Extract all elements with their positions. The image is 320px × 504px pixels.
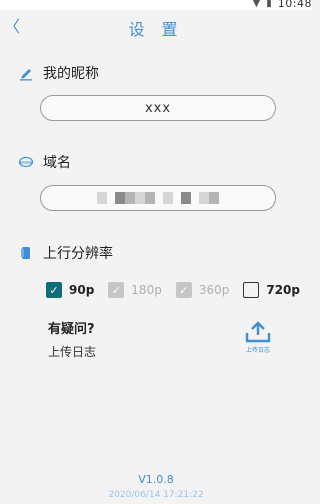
checkbox-disabled-icon: ✓ — [175, 282, 192, 298]
resolution-option-360p: ✓ 360p — [175, 282, 229, 298]
help-subtitle: 上传日志 — [48, 345, 97, 359]
resolution-label-row: 上行分辨率 — [18, 243, 113, 263]
upload-icon — [245, 321, 271, 343]
status-time: 10:48 — [277, 0, 312, 10]
phone-icon — [21, 247, 30, 259]
resolution-options: ✓ 90p ✓ 180p ✓ 360p 720p — [46, 280, 306, 300]
signal-icon: ▼ — [252, 0, 261, 9]
battery-icon: ▮ — [266, 0, 272, 9]
nickname-input[interactable]: xxx — [40, 95, 276, 121]
svg-text:www: www — [20, 160, 32, 166]
nickname-label: 我的昵称 — [43, 66, 99, 82]
chevron-left-icon: 〈 — [3, 17, 20, 36]
resolution-option-720p[interactable]: 720p — [243, 282, 300, 298]
nickname-value: xxx — [144, 100, 172, 116]
domain-label: 域名 — [43, 155, 71, 171]
domain-value-redacted — [97, 192, 219, 204]
checkbox-disabled-icon: ✓ — [108, 282, 125, 298]
status-icons: ▼ ▮ 10:48 — [252, 0, 312, 10]
checkbox-checked-icon[interactable]: ✓ — [46, 282, 62, 298]
help-title: 有疑问? — [48, 322, 95, 337]
nickname-label-row: 我的昵称 — [18, 63, 99, 83]
resolution-option-180p: ✓ 180p — [108, 282, 162, 298]
build-date: 2020/06/14 17:21:22 — [108, 490, 204, 500]
upload-log-button[interactable]: 上传日志 — [241, 320, 275, 356]
page-title: 设 置 — [128, 20, 184, 39]
checkbox-unchecked-icon[interactable] — [243, 282, 260, 298]
globe-icon: www — [18, 156, 34, 168]
resolution-option-90p[interactable]: ✓ 90p — [46, 282, 94, 298]
resolution-label: 上行分辨率 — [43, 246, 113, 262]
edit-pencil-icon — [20, 69, 32, 81]
domain-input[interactable] — [40, 185, 276, 211]
back-button[interactable]: 〈 — [2, 17, 22, 37]
status-bar: ▼ ▮ 10:48 — [0, 0, 312, 10]
header: 〈 设 置 — [0, 10, 312, 46]
app-version: V1.0.8 — [138, 473, 174, 486]
domain-label-row: www 域名 — [18, 152, 71, 172]
upload-caption: 上传日志 — [245, 347, 270, 354]
